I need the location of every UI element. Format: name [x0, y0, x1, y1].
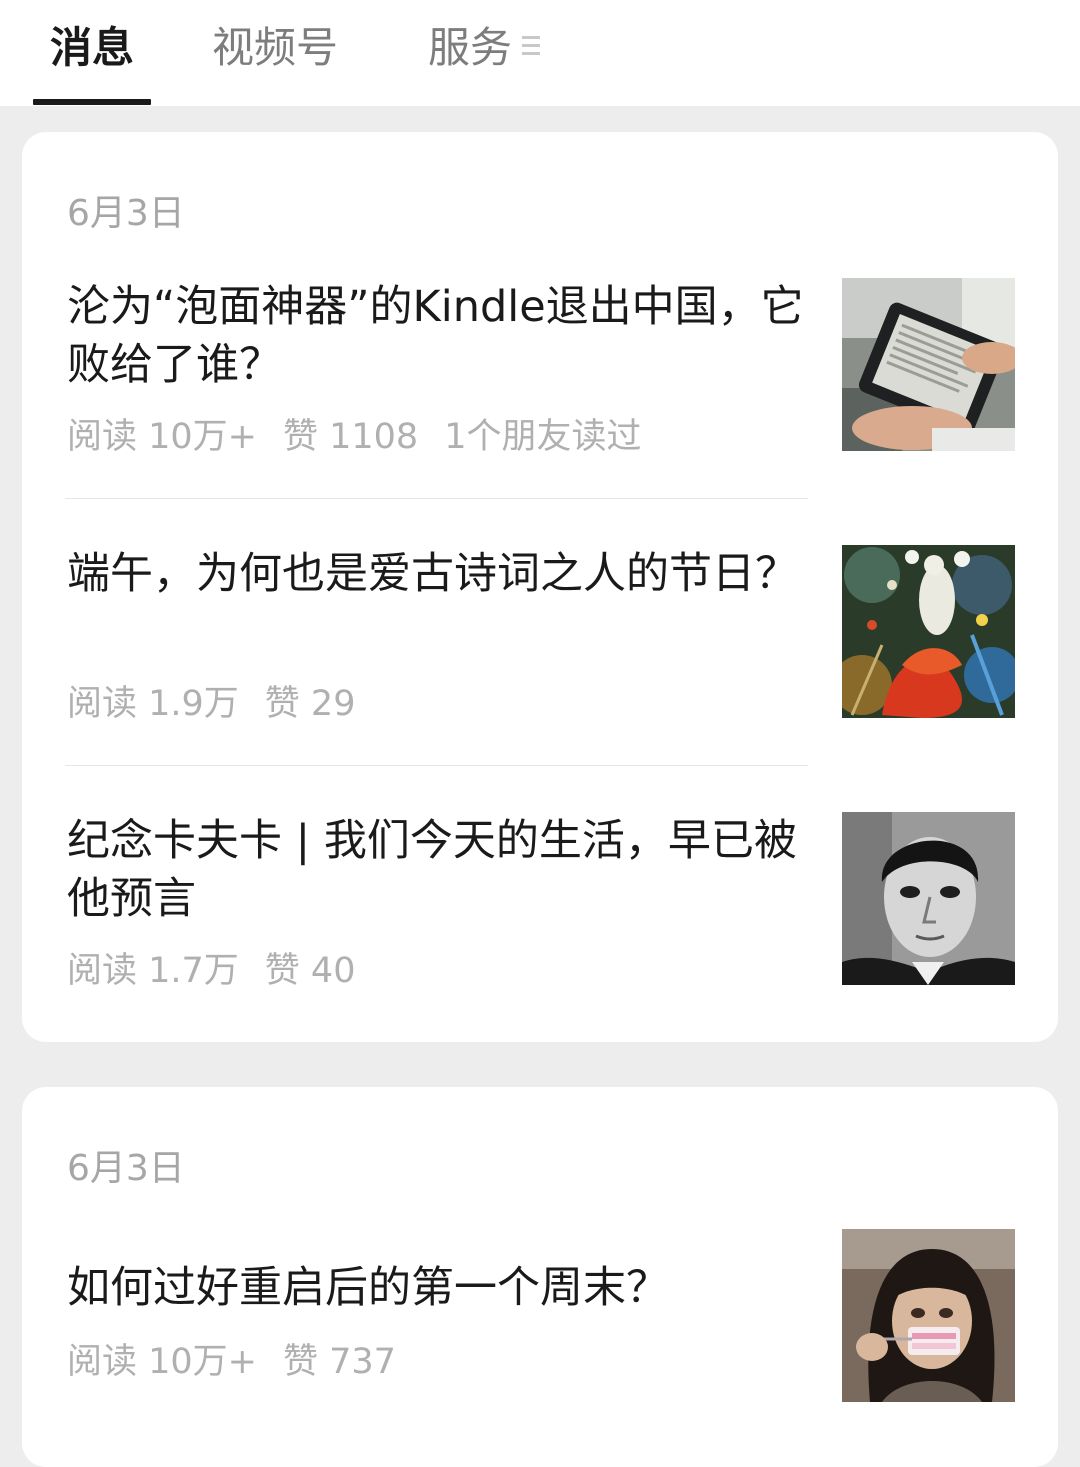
article-meta: 阅读 10万+ 赞 737 — [67, 1333, 422, 1384]
read-count: 阅读 10万+ — [67, 1342, 257, 1382]
article-meta: 阅读 10万+ 赞 1108 1个朋友读过 — [67, 408, 667, 459]
article-item[interactable]: 沦为“泡面神器”的Kindle退出中国，它败给了谁？ 阅读 10万+ 赞 1108… — [22, 272, 1058, 498]
article-title: 沦为“泡面神器”的Kindle退出中国，它败给了谁？ — [67, 282, 804, 390]
message-card: 6月3日 如何过好重启后的第一个周末？ 阅读 10万+ 赞 737 — [22, 1087, 1058, 1467]
girl-eating-thumbnail — [842, 1229, 1015, 1402]
article-meta: 阅读 1.9万赞 29 — [67, 675, 381, 726]
active-tab-indicator — [33, 99, 151, 105]
tab-services[interactable]: 服务 — [428, 18, 512, 78]
like-count: 赞 737 — [283, 1342, 396, 1382]
tab-messages[interactable]: 消息 — [50, 18, 134, 78]
read-count: 阅读 1.9万 — [67, 684, 239, 724]
article-item[interactable]: 端午，为何也是爱古诗词之人的节日？ 阅读 1.9万赞 29 — [22, 539, 1058, 765]
friends-read: 1个朋友读过 — [444, 417, 642, 457]
like-count: 赞 40 — [264, 951, 356, 991]
article-title: 端午，为何也是爱古诗词之人的节日？ — [67, 549, 798, 599]
article-title: 纪念卡夫卡 | 我们今天的生活，早已被他预言 — [67, 816, 797, 924]
painting-thumbnail — [842, 545, 1015, 718]
message-card: 6月3日 沦为“泡面神器”的Kindle退出中国，它败给了谁？ 阅读 10万+ 赞… — [22, 132, 1058, 1042]
menu-lines-icon[interactable] — [522, 36, 540, 56]
like-count: 赞 1108 — [283, 417, 419, 457]
card-date: 6月3日 — [67, 1148, 185, 1189]
article-divider — [65, 765, 808, 766]
top-tab-bar: 消息 视频号 服务 — [0, 0, 1080, 106]
card-date: 6月3日 — [67, 193, 185, 234]
article-item[interactable]: 如何过好重启后的第一个周末？ 阅读 10万+ 赞 737 — [22, 1229, 1058, 1455]
like-count: 赞 29 — [264, 684, 356, 724]
article-meta: 阅读 1.7万赞 40 — [67, 942, 381, 993]
kindle-thumbnail — [842, 278, 1015, 451]
portrait-thumbnail — [842, 812, 1015, 985]
read-count: 阅读 10万+ — [67, 417, 257, 457]
article-item[interactable]: 纪念卡夫卡 | 我们今天的生活，早已被他预言 阅读 1.7万赞 40 — [22, 806, 1058, 1032]
tab-channels[interactable]: 视频号 — [212, 18, 338, 78]
article-divider — [65, 498, 808, 499]
article-title: 如何过好重启后的第一个周末？ — [67, 1263, 669, 1313]
read-count: 阅读 1.7万 — [67, 951, 239, 991]
